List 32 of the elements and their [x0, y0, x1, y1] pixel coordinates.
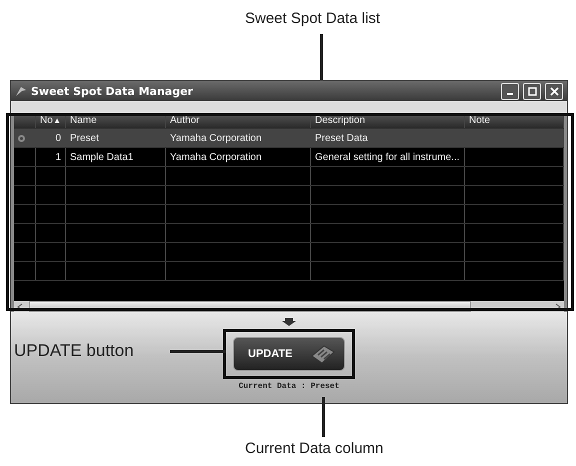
maximize-button[interactable]: [523, 82, 541, 100]
data-row[interactable]: 1 Sample Data1 Yamaha Corporation General setting for all instrume...: [14, 148, 564, 167]
sort-arrow-icon: ▲: [53, 116, 61, 125]
column-header[interactable]: No▲: [36, 113, 66, 128]
table-cell: 1: [36, 148, 66, 166]
column-header[interactable]: Author: [166, 113, 311, 128]
maximize-icon: [528, 86, 536, 96]
data-row[interactable]: 0 Preset Yamaha Corporation Preset Data: [14, 129, 564, 148]
app-logo-icon: [15, 85, 27, 97]
column-header[interactable]: Description: [311, 113, 465, 128]
minimize-button[interactable]: [501, 82, 519, 100]
list-callout-label: Sweet Spot Data list: [245, 10, 380, 27]
scroll-right-icon[interactable]: [555, 302, 561, 310]
down-arrow-icon: [282, 318, 296, 326]
table-cell: Yamaha Corporation: [166, 148, 311, 166]
table-cell: Yamaha Corporation: [166, 129, 311, 147]
table-cell: 0: [36, 129, 66, 147]
current-data-text: Current Data : Preset: [238, 382, 340, 391]
scroll-left-icon[interactable]: [17, 302, 23, 310]
current-callout-label: Current Data column: [245, 440, 384, 457]
table-cell: Preset Data: [311, 129, 465, 147]
update-button[interactable]: UPDATE: [233, 337, 345, 371]
button-callout-label: UPDATE button: [14, 341, 134, 361]
column-header[interactable]: Note: [465, 113, 564, 128]
column-header[interactable]: Name: [66, 113, 166, 128]
window-title: Sweet Spot Data Manager: [31, 84, 194, 98]
table-cell: Preset: [66, 129, 166, 147]
table-cell: Sample Data1: [66, 148, 166, 166]
table-cell: General setting for all instrume...: [311, 148, 465, 166]
keypad-device-icon: [310, 344, 336, 364]
close-icon: [550, 86, 558, 96]
close-button[interactable]: [545, 82, 563, 100]
